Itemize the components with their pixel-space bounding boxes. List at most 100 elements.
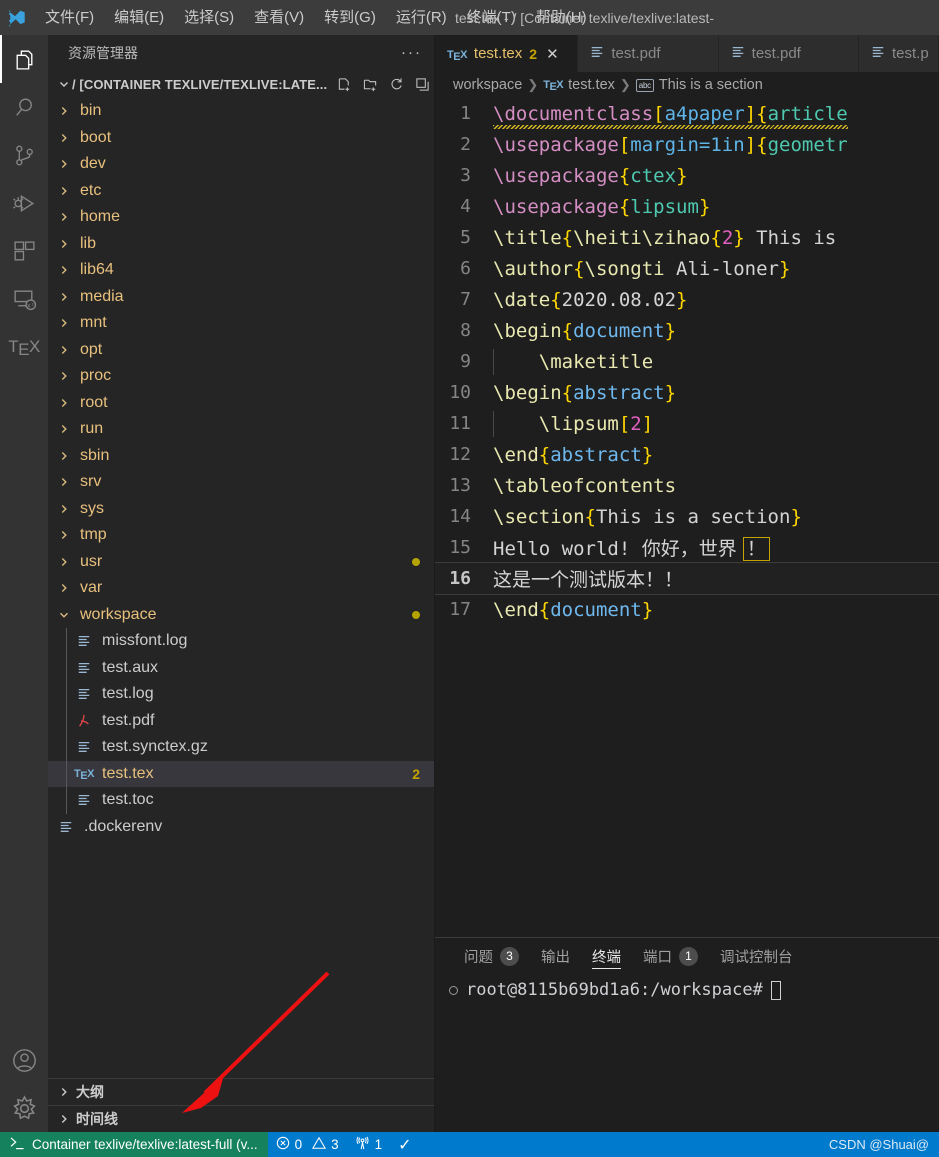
- chevron-right-icon[interactable]: [56, 317, 72, 329]
- panel-tab-1[interactable]: 输出: [530, 938, 581, 974]
- tree-file-test-tex[interactable]: TEX test.tex 2: [48, 760, 434, 787]
- chevron-right-icon[interactable]: [56, 582, 72, 594]
- tree-folder-tmp[interactable]: tmp: [48, 522, 434, 549]
- panel-tab-2[interactable]: 终端: [581, 938, 632, 974]
- code-line-7[interactable]: 7 \date{2020.08.02}: [435, 284, 939, 315]
- breadcrumb-symbol[interactable]: This is a section: [659, 77, 763, 93]
- tree-folder-bin[interactable]: bin: [48, 98, 434, 125]
- chevron-right-icon[interactable]: [56, 344, 72, 356]
- activity-account-icon[interactable]: [0, 1036, 48, 1084]
- code-line-11[interactable]: 11 \lipsum[2]: [435, 408, 939, 439]
- chevron-right-icon[interactable]: [56, 105, 72, 117]
- editor-tab-2[interactable]: test.pdf: [718, 35, 859, 72]
- panel-tab-4[interactable]: 调试控制台: [709, 938, 804, 974]
- tree-file-test-log[interactable]: test.log: [48, 681, 434, 708]
- chevron-right-icon[interactable]: [56, 211, 72, 223]
- chevron-right-icon[interactable]: [56, 556, 72, 568]
- tree-file--dockerenv[interactable]: .dockerenv: [48, 814, 434, 841]
- panel-tab-3[interactable]: 端口 1: [632, 938, 709, 974]
- menu-go[interactable]: 转到(G): [314, 0, 386, 35]
- tree-file-test-toc[interactable]: test.toc: [48, 787, 434, 814]
- tree-folder-run[interactable]: run: [48, 416, 434, 443]
- tree-folder-lib64[interactable]: lib64: [48, 257, 434, 284]
- tree-file-missfont-log[interactable]: missfont.log: [48, 628, 434, 655]
- code-line-5[interactable]: 5 \title{\heiti\zihao{2} This is: [435, 222, 939, 253]
- chevron-right-icon[interactable]: [56, 476, 72, 488]
- tree-file-test-synctex-gz[interactable]: test.synctex.gz: [48, 734, 434, 761]
- chevron-right-icon[interactable]: [56, 238, 72, 250]
- breadcrumb-file[interactable]: test.tex: [568, 77, 615, 93]
- status-radio-tower[interactable]: 1: [347, 1132, 391, 1157]
- chevron-right-icon[interactable]: [56, 185, 72, 197]
- chevron-right-icon[interactable]: [56, 503, 72, 515]
- chevron-right-icon[interactable]: [56, 370, 72, 382]
- explorer-more-actions-icon[interactable]: ···: [401, 44, 422, 61]
- activity-explorer-icon[interactable]: [0, 35, 48, 83]
- tree-folder-root[interactable]: root: [48, 390, 434, 417]
- chevron-down-icon[interactable]: [56, 78, 72, 90]
- code-line-15[interactable]: 15 Hello world! 你好，世界 ！: [435, 532, 939, 563]
- tree-root-row[interactable]: / [CONTAINER TEXLIVE/TEXLIVE:LATE...: [48, 70, 434, 98]
- editor-tab-bar[interactable]: TEX test.tex 2 ✕ test.pdf test.pdf test.p: [435, 35, 939, 72]
- code-line-14[interactable]: 14 \section{This is a section}: [435, 501, 939, 532]
- menu-bar[interactable]: 文件(F) 编辑(E) 选择(S) 查看(V) 转到(G) 运行(R) 终端(T…: [35, 0, 597, 35]
- new-folder-icon[interactable]: [361, 75, 379, 93]
- panel-tab-bar[interactable]: 问题 3 输出 终端 端口 1 调试控制台: [435, 938, 939, 974]
- panel-tab-0[interactable]: 问题 3: [453, 938, 530, 974]
- chevron-right-icon[interactable]: [58, 1113, 70, 1125]
- tree-folder-sbin[interactable]: sbin: [48, 443, 434, 470]
- code-line-2[interactable]: 2 \usepackage[margin=1in]{geometr: [435, 129, 939, 160]
- activity-latex-workshop-icon[interactable]: TEX: [0, 323, 48, 371]
- chevron-right-icon[interactable]: [56, 450, 72, 462]
- tree-folder-boot[interactable]: boot: [48, 125, 434, 152]
- menu-terminal[interactable]: 终端(T): [457, 0, 526, 35]
- sidebar-section-outline[interactable]: 大纲: [48, 1078, 434, 1105]
- chevron-right-icon[interactable]: [58, 1086, 70, 1098]
- breadcrumb-workspace[interactable]: workspace: [453, 77, 522, 93]
- editor-tab-1[interactable]: test.pdf: [578, 35, 719, 72]
- tree-folder-lib[interactable]: lib: [48, 231, 434, 258]
- code-line-4[interactable]: 4 \usepackage{lipsum}: [435, 191, 939, 222]
- tree-file-test-aux[interactable]: test.aux: [48, 654, 434, 681]
- chevron-right-icon[interactable]: [56, 132, 72, 144]
- code-line-12[interactable]: 12 \end{abstract}: [435, 439, 939, 470]
- sidebar-section-timeline[interactable]: 时间线: [48, 1105, 434, 1132]
- status-problems[interactable]: 0 3: [268, 1132, 347, 1157]
- new-file-icon[interactable]: [335, 75, 353, 93]
- chevron-right-icon[interactable]: [56, 397, 72, 409]
- code-line-17[interactable]: 17 \end{document}: [435, 594, 939, 625]
- refresh-icon[interactable]: [387, 75, 405, 93]
- activity-source-control-icon[interactable]: [0, 131, 48, 179]
- menu-select[interactable]: 选择(S): [174, 0, 244, 35]
- breadcrumb[interactable]: workspace ❯ TEX test.tex ❯ abc This is a…: [435, 72, 939, 98]
- code-line-9[interactable]: 9 \maketitle: [435, 346, 939, 377]
- activity-extensions-icon[interactable]: [0, 227, 48, 275]
- chevron-down-icon[interactable]: [56, 609, 72, 621]
- code-line-10[interactable]: 10 \begin{abstract}: [435, 377, 939, 408]
- activity-remote-explorer-icon[interactable]: x²: [0, 275, 48, 323]
- code-line-3[interactable]: 3 \usepackage{ctex}: [435, 160, 939, 191]
- tree-folder-usr[interactable]: usr: [48, 549, 434, 576]
- code-line-6[interactable]: 6 \author{\songti Ali-loner}: [435, 253, 939, 284]
- activity-settings-gear-icon[interactable]: [0, 1084, 48, 1132]
- tree-folder-mnt[interactable]: mnt: [48, 310, 434, 337]
- editor-tab-0[interactable]: TEX test.tex 2 ✕: [435, 35, 579, 72]
- tree-folder-opt[interactable]: opt: [48, 337, 434, 364]
- tree-folder-srv[interactable]: srv: [48, 469, 434, 496]
- menu-edit[interactable]: 编辑(E): [104, 0, 174, 35]
- status-remote-indicator[interactable]: Container texlive/texlive:latest-full (v…: [0, 1132, 268, 1157]
- chevron-right-icon[interactable]: [56, 423, 72, 435]
- tree-folder-var[interactable]: var: [48, 575, 434, 602]
- chevron-right-icon[interactable]: [56, 291, 72, 303]
- code-line-16[interactable]: 16 这是一个测试版本！！: [435, 562, 939, 595]
- code-line-1[interactable]: 1 \documentclass[a4paper]{article: [435, 98, 939, 129]
- menu-help[interactable]: 帮助(H): [526, 0, 597, 35]
- tree-folder-home[interactable]: home: [48, 204, 434, 231]
- tree-folder-workspace[interactable]: workspace: [48, 602, 434, 629]
- code-line-13[interactable]: 13 \tableofcontents: [435, 470, 939, 501]
- status-check[interactable]: ✓: [390, 1132, 419, 1157]
- collapse-all-icon[interactable]: [413, 75, 431, 93]
- menu-run[interactable]: 运行(R): [386, 0, 457, 35]
- tree-folder-etc[interactable]: etc: [48, 178, 434, 205]
- chevron-right-icon[interactable]: [56, 158, 72, 170]
